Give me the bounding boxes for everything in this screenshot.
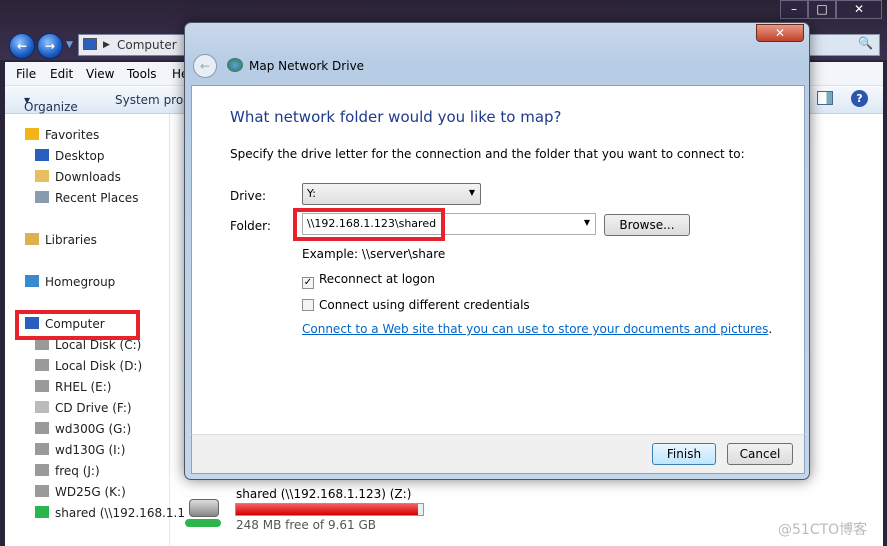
drive-free-space: 248 MB free of 9.61 GB [236,518,377,532]
highlight-box-folder [293,208,445,241]
sidebar-item[interactable]: WD25G (K:) [35,485,126,499]
dialog-instruction: Specify the drive letter for the connect… [230,147,745,161]
library-icon [25,233,39,245]
dialog-close-button[interactable]: ✕ [756,24,804,42]
dialog-heading: What network folder would you like to ma… [230,108,562,126]
finish-button[interactable]: Finish [652,443,716,465]
sidebar-item-label: Favorites [45,128,100,142]
sidebar-item-label: Downloads [55,170,121,184]
drive-label: Drive: [230,189,267,203]
reconnect-checkbox[interactable]: ✓ Reconnect at logon [302,272,435,289]
drive-letter-select[interactable]: Y: ▼ [302,183,481,205]
sidebar-item[interactable]: wd130G (I:) [35,443,125,457]
folder-label: Folder: [230,219,271,233]
network-drive-icon [185,497,225,531]
drive-usage-fill [236,504,419,515]
folder-example: Example: \\server\share [302,247,446,261]
sidebar-item[interactable]: Recent Places [35,191,138,205]
cd-icon [35,401,49,413]
drive-usage-bar [235,503,424,516]
close-button[interactable]: ✕ [836,0,882,19]
sidebar-item-label: wd130G (I:) [55,443,126,457]
drive-name[interactable]: shared (\\192.168.1.123) (Z:) [236,487,411,501]
sidebar-item-label: wd300G (G:) [55,422,132,436]
sidebar-item[interactable]: Homegroup [25,275,115,289]
organize-button[interactable]: Organize ▾ [24,93,78,114]
sidebar-item-label: Homegroup [45,275,116,289]
minimize-button[interactable]: – [780,0,808,19]
menu-file[interactable]: File [16,67,36,81]
web-site-link[interactable]: Connect to a Web site that you can use t… [302,322,768,336]
sidebar-item-label: Libraries [45,233,97,247]
homegroup-icon [25,275,39,287]
sidebar-item[interactable]: Libraries [25,233,97,247]
drive-icon [35,380,49,392]
folder-icon [35,170,49,182]
map-network-drive-dialog: ✕ ← Map Network Drive What network folde… [184,22,810,480]
sidebar-item-label: WD25G (K:) [55,485,126,499]
sidebar-item[interactable]: wd300G (G:) [35,422,131,436]
address-text: Computer [117,38,177,52]
sidebar-item[interactable]: Local Disk (D:) [35,359,142,373]
sidebar-item[interactable]: shared (\\192.168.1.1 [35,506,185,520]
sidebar-item[interactable]: Downloads [35,170,121,184]
chevron-down-icon[interactable]: ▼ [584,218,590,227]
sidebar-item[interactable]: Local Disk (C:) [35,338,141,352]
computer-icon [83,38,97,50]
cancel-button[interactable]: Cancel [727,443,793,465]
sidebar-item-label: freq (J:) [55,464,100,478]
menu-edit[interactable]: Edit [50,67,73,81]
sidebar-item[interactable]: Favorites [25,128,99,142]
recent-icon [35,191,49,203]
sidebar-item[interactable]: RHEL (E:) [35,380,111,394]
history-dropdown-icon[interactable]: ▼ [66,40,73,50]
network-drive-icon [227,58,243,72]
address-bar[interactable]: ▶ Computer [78,34,188,56]
menu-view[interactable]: View [86,67,114,81]
help-icon[interactable]: ? [851,90,868,107]
checkbox-icon[interactable] [302,299,314,311]
sidebar-item[interactable]: Desktop [35,149,105,163]
sidebar-item-label: shared (\\192.168.1.1 [55,506,185,520]
browse-button[interactable]: Browse... [604,214,690,236]
drive-icon [35,422,49,434]
preview-pane-icon[interactable] [817,91,833,105]
dialog-title: Map Network Drive [249,59,365,73]
sidebar-item[interactable]: freq (J:) [35,464,100,478]
highlight-box-computer [15,310,140,340]
drive-icon [35,485,49,497]
different-credentials-checkbox[interactable]: Connect using different credentials [302,298,530,312]
menu-tools[interactable]: Tools [127,67,157,81]
forward-button[interactable]: → [37,33,63,59]
back-button[interactable]: ← [9,33,35,59]
watermark: @51CTO博客 [778,522,868,538]
drive-icon [35,464,49,476]
dialog-back-button[interactable]: ← [193,54,217,78]
chevron-right-icon: ▶ [103,40,110,50]
desktop-icon [35,149,49,161]
sidebar-item-label: Local Disk (D:) [55,359,143,373]
link-suffix: . [768,322,773,336]
dialog-body: What network folder would you like to ma… [191,85,805,434]
checkbox-icon[interactable]: ✓ [302,277,314,289]
sidebar-item-label: Desktop [55,149,105,163]
search-icon: 🔍 [858,36,873,50]
maximize-button[interactable]: □ [808,0,836,19]
sidebar-item[interactable]: CD Drive (F:) [35,401,132,415]
sidebar-item-label: CD Drive (F:) [55,401,132,415]
network-drive-icon [35,506,49,518]
drive-icon [35,443,49,455]
star-icon [25,128,39,140]
sidebar-item-label: RHEL (E:) [55,380,112,394]
sidebar-item-label: Local Disk (C:) [55,338,142,352]
sidebar-item-label: Recent Places [55,191,139,205]
dialog-footer: Finish Cancel [191,434,805,474]
chevron-down-icon: ▼ [468,188,475,197]
drive-icon [35,359,49,371]
